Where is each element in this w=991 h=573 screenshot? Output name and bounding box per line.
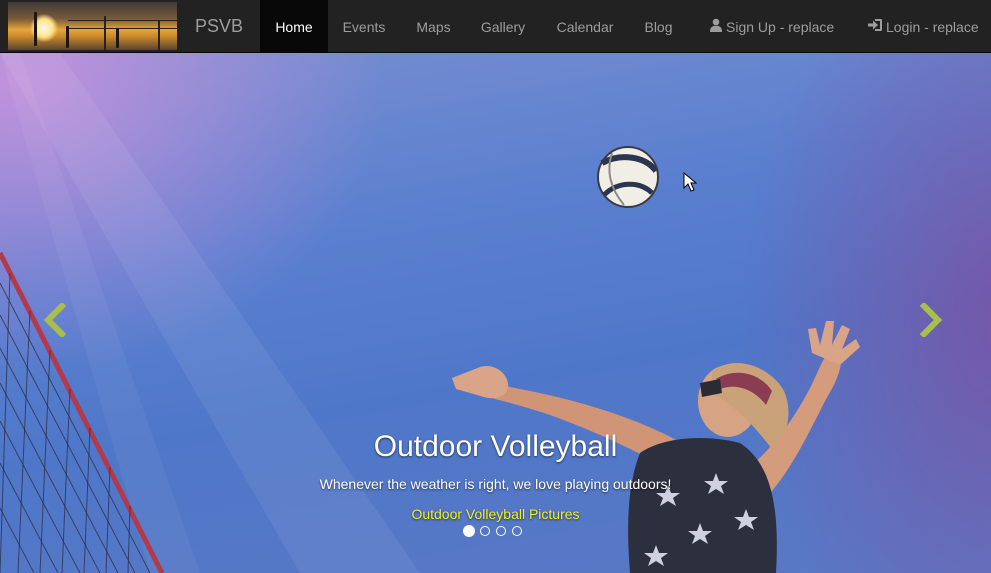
slide-title: Outdoor Volleyball (373, 430, 618, 463)
login-label: Login - replace (886, 19, 979, 35)
nav-login[interactable]: Login - replace (868, 0, 979, 52)
carousel-prev[interactable] (42, 301, 67, 339)
nav-gallery[interactable]: Gallery (467, 0, 539, 52)
slide-scene (0, 53, 860, 573)
indicator-dot[interactable] (463, 525, 475, 537)
nav-home[interactable]: Home (260, 0, 328, 52)
indicator-dot[interactable] (496, 526, 506, 536)
user-icon (709, 0, 723, 54)
nav-calendar[interactable]: Calendar (539, 0, 631, 52)
logo-player (116, 28, 119, 48)
signup-label: Sign Up - replace (726, 19, 835, 35)
nav-signup[interactable]: Sign Up - replace (709, 0, 834, 52)
carousel-next[interactable] (919, 301, 944, 339)
nav-blog[interactable]: Blog (631, 0, 686, 52)
volleyball (597, 146, 659, 208)
brand-link[interactable]: PSVB (178, 0, 260, 52)
logo-player (66, 26, 69, 48)
logo-net-pole (104, 16, 106, 50)
nav-maps[interactable]: Maps (400, 0, 467, 52)
logo-net (68, 28, 177, 29)
logo-net-pole (158, 20, 160, 50)
slide-text: Whenever the weather is right, we love p… (319, 476, 672, 492)
log-in-icon (868, 0, 883, 54)
logo-net (68, 20, 177, 21)
logo-image[interactable] (8, 2, 177, 50)
chevron-right-icon (919, 301, 943, 339)
logo-player (34, 12, 37, 46)
nav-events[interactable]: Events (328, 0, 400, 52)
chevron-left-icon (43, 301, 67, 339)
mouse-cursor-icon (683, 172, 697, 192)
slide-link[interactable]: Outdoor Volleyball Pictures (0, 506, 991, 522)
indicator-dot[interactable] (512, 526, 522, 536)
hero-carousel: Outdoor Volleyball Whenever the weather … (0, 53, 991, 573)
navbar: PSVB Home Events Maps Gallery Calendar B… (0, 0, 991, 53)
indicator-dot[interactable] (480, 526, 490, 536)
